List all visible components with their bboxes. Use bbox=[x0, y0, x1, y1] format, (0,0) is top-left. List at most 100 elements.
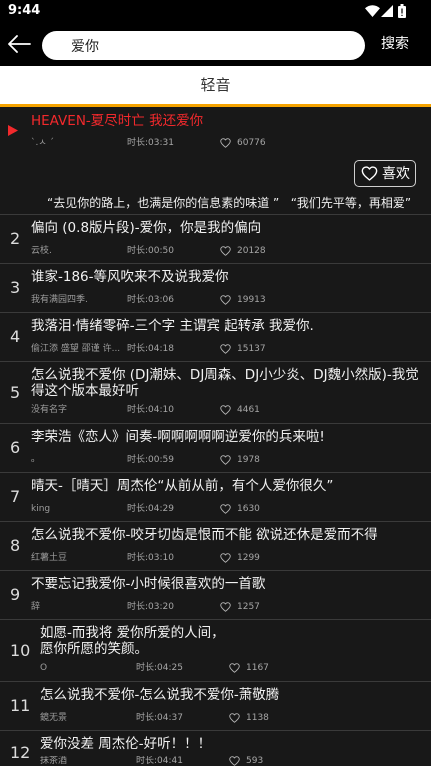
song-artist: 云枝. bbox=[31, 246, 52, 256]
search-header: 搜索 bbox=[0, 22, 431, 66]
song-artist: 没有名字 bbox=[31, 405, 68, 415]
song-item[interactable]: 12 爱你没差 周杰伦-好听！！！ 抹茶酒 时长:04:41 593 bbox=[0, 731, 431, 766]
song-duration: 时长:03:06 bbox=[127, 295, 174, 305]
song-list[interactable]: HEAVEN-夏尽时亡 我还爱你 ˋ.ㅅ ˊ 时长:03:31 60776 喜欢… bbox=[0, 108, 431, 766]
song-artist: king bbox=[31, 504, 51, 514]
heart-outline-icon bbox=[220, 504, 231, 514]
song-meta: 抹茶酒 时长:04:41 593 bbox=[40, 756, 421, 766]
song-like-count: 1630 bbox=[237, 504, 260, 514]
search-button[interactable]: 搜索 bbox=[377, 22, 413, 66]
song-item[interactable]: 2 偏向 (0.8版片段)-爱你，你是我的偏向 云枝. 时长:00:50 201… bbox=[0, 215, 431, 264]
heart-outline-icon bbox=[220, 295, 231, 305]
song-duration: 时长:04:18 bbox=[127, 344, 174, 354]
song-artist: 辞 bbox=[31, 602, 41, 612]
song-item[interactable]: 8 怎么说我不爱你-咬牙切齿是恨而不能 欲说还休是爱而不得 红薯土豆 时长:03… bbox=[0, 522, 431, 571]
song-duration: 时长:04:37 bbox=[136, 713, 183, 723]
song-title: 偏向 (0.8版片段)-爱你，你是我的偏向 bbox=[31, 220, 262, 236]
heart-outline-icon bbox=[361, 166, 378, 181]
search-results-page: 9:44 搜索 轻音 bbox=[0, 0, 431, 766]
song-duration: 时长:03:31 bbox=[127, 138, 174, 148]
song-item[interactable]: 10 如愿-而我将 爱你所爱的人间， 愿你所愿的笑颜。 O 时长:04:25 1… bbox=[0, 620, 431, 682]
song-like-count: 1167 bbox=[246, 663, 269, 673]
song-meta: 辞 时长:03:20 1257 bbox=[31, 601, 421, 613]
status-time: 9:44 bbox=[8, 3, 41, 18]
song-meta: 偷江添 盛望 邵谨 许... 时长:04:18 15137 bbox=[31, 343, 421, 355]
tab-bar: 轻音 bbox=[0, 66, 431, 104]
like-button[interactable]: 喜欢 bbox=[354, 160, 416, 187]
song-duration: 时长:04:10 bbox=[127, 405, 174, 415]
song-duration: 时长:04:25 bbox=[136, 663, 183, 673]
back-arrow-icon[interactable] bbox=[6, 35, 32, 53]
song-title: 如愿-而我将 爱你所爱的人间， 愿你所愿的笑颜。 bbox=[40, 625, 225, 657]
battery-icon bbox=[398, 4, 406, 18]
heart-outline-icon bbox=[220, 602, 231, 612]
song-meta: ₒ 时长:00:59 1978 bbox=[31, 454, 421, 466]
song-like-count: 4461 bbox=[237, 405, 260, 415]
active-tab-indicator bbox=[0, 104, 431, 107]
heart-outline-icon bbox=[220, 455, 231, 465]
now-playing-item[interactable]: HEAVEN-夏尽时亡 我还爱你 ˋ.ㅅ ˊ 时长:03:31 60776 喜欢… bbox=[0, 108, 431, 215]
song-duration: 时长:00:59 bbox=[127, 455, 174, 465]
song-meta: 红薯土豆 时长:03:10 1299 bbox=[31, 552, 421, 564]
search-box[interactable] bbox=[42, 31, 365, 60]
status-bar: 9:44 bbox=[0, 0, 431, 22]
song-artist: 偷江添 盛望 邵谨 许... bbox=[31, 344, 121, 354]
song-artist: 鏡无景 bbox=[40, 713, 68, 723]
song-artist: 红薯土豆 bbox=[31, 553, 68, 563]
song-artist: 抹茶酒 bbox=[40, 756, 68, 766]
wifi-icon bbox=[365, 5, 380, 17]
song-title: 怎么说我不爱你 (DJ潮妹、DJ周森、DJ小少炎、DJ魏小然版)-我觉得这个版本… bbox=[31, 367, 419, 399]
song-item[interactable]: 7 晴天-［晴天］周杰伦“从前从前，有个人爱你很久” king 时长:04:29… bbox=[0, 473, 431, 522]
song-title: 谁家-186-等风吹来不及说我爱你 bbox=[31, 269, 229, 285]
song-like-count: 15137 bbox=[237, 344, 266, 354]
tab-label: 轻音 bbox=[200, 76, 231, 94]
song-artist: 我有满园四季. bbox=[31, 295, 88, 305]
song-rank: 4 bbox=[10, 327, 21, 346]
song-rank: 6 bbox=[10, 438, 21, 457]
heart-outline-icon bbox=[220, 246, 231, 256]
song-rank: 2 bbox=[10, 229, 21, 248]
song-rank: 12 bbox=[10, 743, 31, 762]
song-title: 怎么说我不爱你-怎么说我不爱你-萧敬腾 bbox=[40, 687, 280, 703]
song-title: 我落泪·情绪零碎-三个字 主谓宾 起转承 我爱你. bbox=[31, 318, 314, 334]
song-title: HEAVEN-夏尽时亡 我还爱你 bbox=[31, 113, 204, 129]
song-rank: 5 bbox=[10, 383, 21, 402]
song-item[interactable]: 5 怎么说我不爱你 (DJ潮妹、DJ周森、DJ小少炎、DJ魏小然版)-我觉得这个… bbox=[0, 362, 431, 424]
song-rank: 11 bbox=[10, 696, 31, 715]
song-item[interactable]: 9 不要忘记我爱你-小时候很喜欢的一首歌 辞 时长:03:20 1257 bbox=[0, 571, 431, 620]
song-title: 李荣浩《恋人》间奏-啊啊啊啊啊逆爱你的兵来啦! bbox=[31, 429, 325, 445]
song-meta: 我有满园四季. 时长:03:06 19913 bbox=[31, 294, 421, 306]
song-artist: ˋ.ㅅ ˊ bbox=[31, 138, 55, 148]
song-rank: 10 bbox=[10, 641, 31, 660]
heart-outline-icon bbox=[229, 663, 240, 673]
heart-outline-icon bbox=[220, 405, 231, 415]
song-like-count: 19913 bbox=[237, 295, 266, 305]
signal-icon bbox=[381, 5, 393, 17]
song-meta: O 时长:04:25 1167 bbox=[40, 662, 421, 674]
song-item[interactable]: 4 我落泪·情绪零碎-三个字 主谓宾 起转承 我爱你. 偷江添 盛望 邵谨 许.… bbox=[0, 313, 431, 362]
song-like-count: 593 bbox=[246, 756, 264, 766]
song-title: 晴天-［晴天］周杰伦“从前从前，有个人爱你很久” bbox=[31, 478, 334, 494]
song-meta: 鏡无景 时长:04:37 1138 bbox=[40, 712, 421, 724]
song-rank: 8 bbox=[10, 536, 21, 555]
heart-outline-icon bbox=[220, 138, 231, 148]
song-duration: 时长:03:20 bbox=[127, 602, 174, 612]
song-like-count: 60776 bbox=[237, 138, 266, 148]
song-duration: 时长:03:10 bbox=[127, 553, 174, 563]
song-item[interactable]: 11 怎么说我不爱你-怎么说我不爱你-萧敬腾 鏡无景 时长:04:37 1138 bbox=[0, 682, 431, 731]
tab-qingyin[interactable]: 轻音 bbox=[0, 66, 431, 104]
play-icon bbox=[8, 125, 18, 136]
song-rank: 7 bbox=[10, 487, 21, 506]
search-input[interactable] bbox=[42, 31, 365, 60]
song-duration: 时长:04:29 bbox=[127, 504, 174, 514]
song-meta: ˋ.ㅅ ˊ 时长:03:31 60776 bbox=[31, 137, 421, 149]
like-button-label: 喜欢 bbox=[382, 165, 410, 182]
song-meta: 没有名字 时长:04:10 4461 bbox=[31, 404, 421, 416]
song-like-count: 1138 bbox=[246, 713, 269, 723]
song-meta: 云枝. 时长:00:50 20128 bbox=[31, 245, 421, 257]
song-duration: 时长:04:41 bbox=[136, 756, 183, 766]
heart-outline-icon bbox=[229, 713, 240, 723]
song-item[interactable]: 6 李荣浩《恋人》间奏-啊啊啊啊啊逆爱你的兵来啦! ₒ 时长:00:59 197… bbox=[0, 424, 431, 473]
song-item[interactable]: 3 谁家-186-等风吹来不及说我爱你 我有满园四季. 时长:03:06 199… bbox=[0, 264, 431, 313]
song-title: 不要忘记我爱你-小时候很喜欢的一首歌 bbox=[31, 576, 266, 592]
